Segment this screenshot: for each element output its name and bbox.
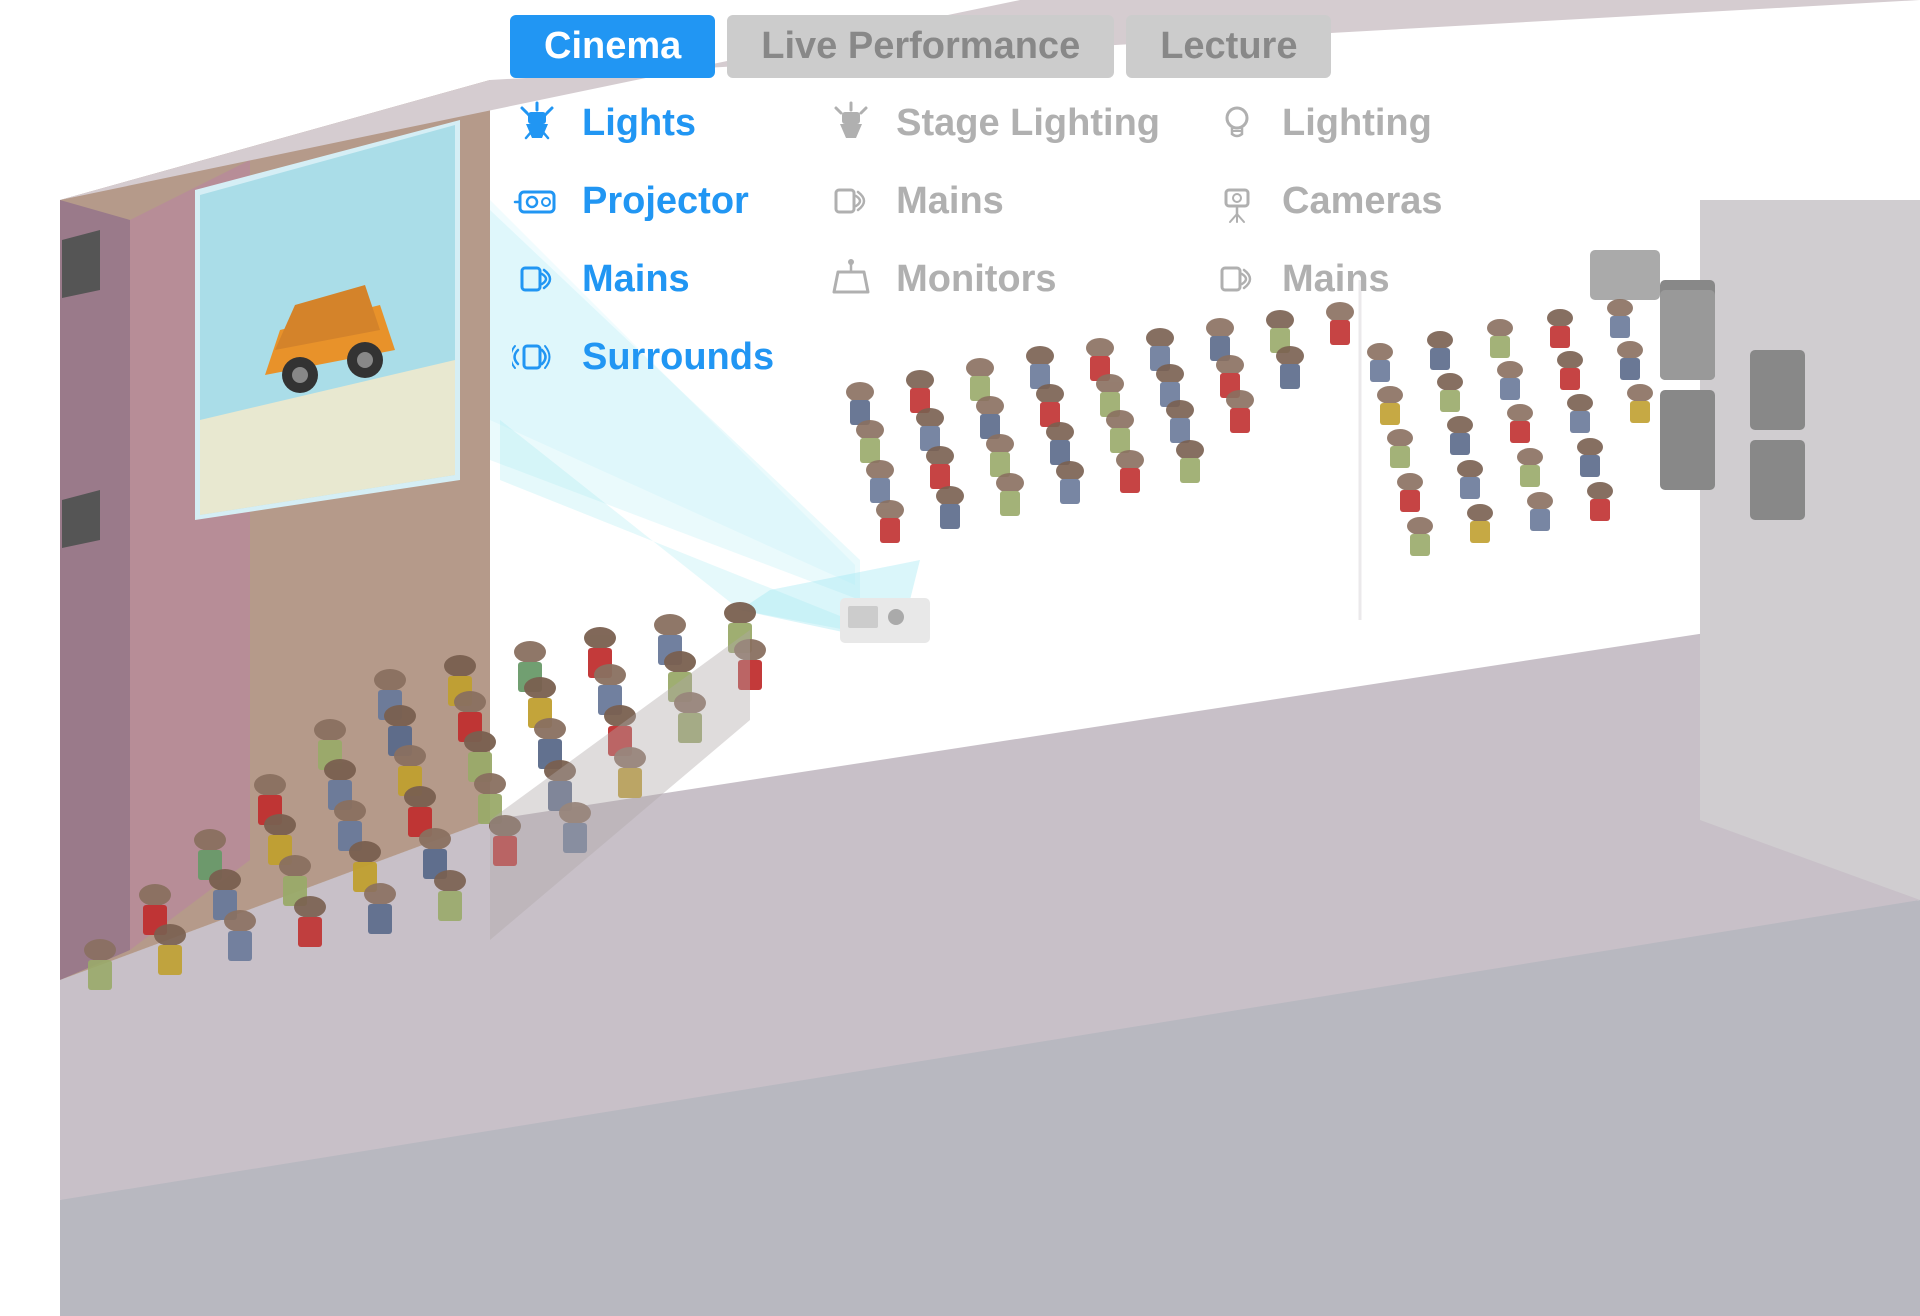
lecture-cameras-item[interactable]: Cameras xyxy=(1210,174,1470,228)
surrounds-icon xyxy=(510,330,564,384)
cinema-lights-item[interactable]: Lights xyxy=(510,96,774,150)
tab-live-performance[interactable]: Live Performance xyxy=(727,15,1114,78)
lights-icon xyxy=(510,96,564,150)
live-mains-label: Mains xyxy=(896,180,1004,223)
live-mains-icon xyxy=(824,174,878,228)
lecture-lighting-item[interactable]: Lighting xyxy=(1210,96,1470,150)
camera-icon xyxy=(1210,174,1264,228)
cinema-mains-item[interactable]: Mains xyxy=(510,252,774,306)
stage-lighting-label: Stage Lighting xyxy=(896,102,1160,145)
tab-cinema[interactable]: Cinema xyxy=(510,15,715,78)
cinema-projector-item[interactable]: Projector xyxy=(510,174,774,228)
cinema-surrounds-item[interactable]: Surrounds xyxy=(510,330,774,384)
live-menu-column: Stage Lighting Mains xyxy=(824,96,1160,384)
projector-label: Projector xyxy=(582,180,749,223)
bulb-icon xyxy=(1210,96,1264,150)
lights-label: Lights xyxy=(582,102,696,145)
cinema-menu-column: Lights Projector xyxy=(510,96,774,384)
lecture-mains-item[interactable]: Mains xyxy=(1210,252,1470,306)
lecture-mains-icon xyxy=(1210,252,1264,306)
cameras-label: Cameras xyxy=(1282,180,1443,223)
monitors-label: Monitors xyxy=(896,258,1056,301)
projector-icon xyxy=(510,174,564,228)
lecture-menu-column: Lighting Cameras xyxy=(1210,96,1470,384)
cinema-mains-icon xyxy=(510,252,564,306)
tab-lecture[interactable]: Lecture xyxy=(1126,15,1331,78)
live-mains-item[interactable]: Mains xyxy=(824,174,1160,228)
stage-light-icon xyxy=(824,96,878,150)
cinema-mains-label: Mains xyxy=(582,258,690,301)
lecture-lighting-label: Lighting xyxy=(1282,102,1432,145)
live-stage-lighting-item[interactable]: Stage Lighting xyxy=(824,96,1160,150)
lecture-mains-label: Mains xyxy=(1282,258,1390,301)
live-monitors-item[interactable]: Monitors xyxy=(824,252,1160,306)
monitors-icon xyxy=(824,252,878,306)
surrounds-label: Surrounds xyxy=(582,336,774,379)
